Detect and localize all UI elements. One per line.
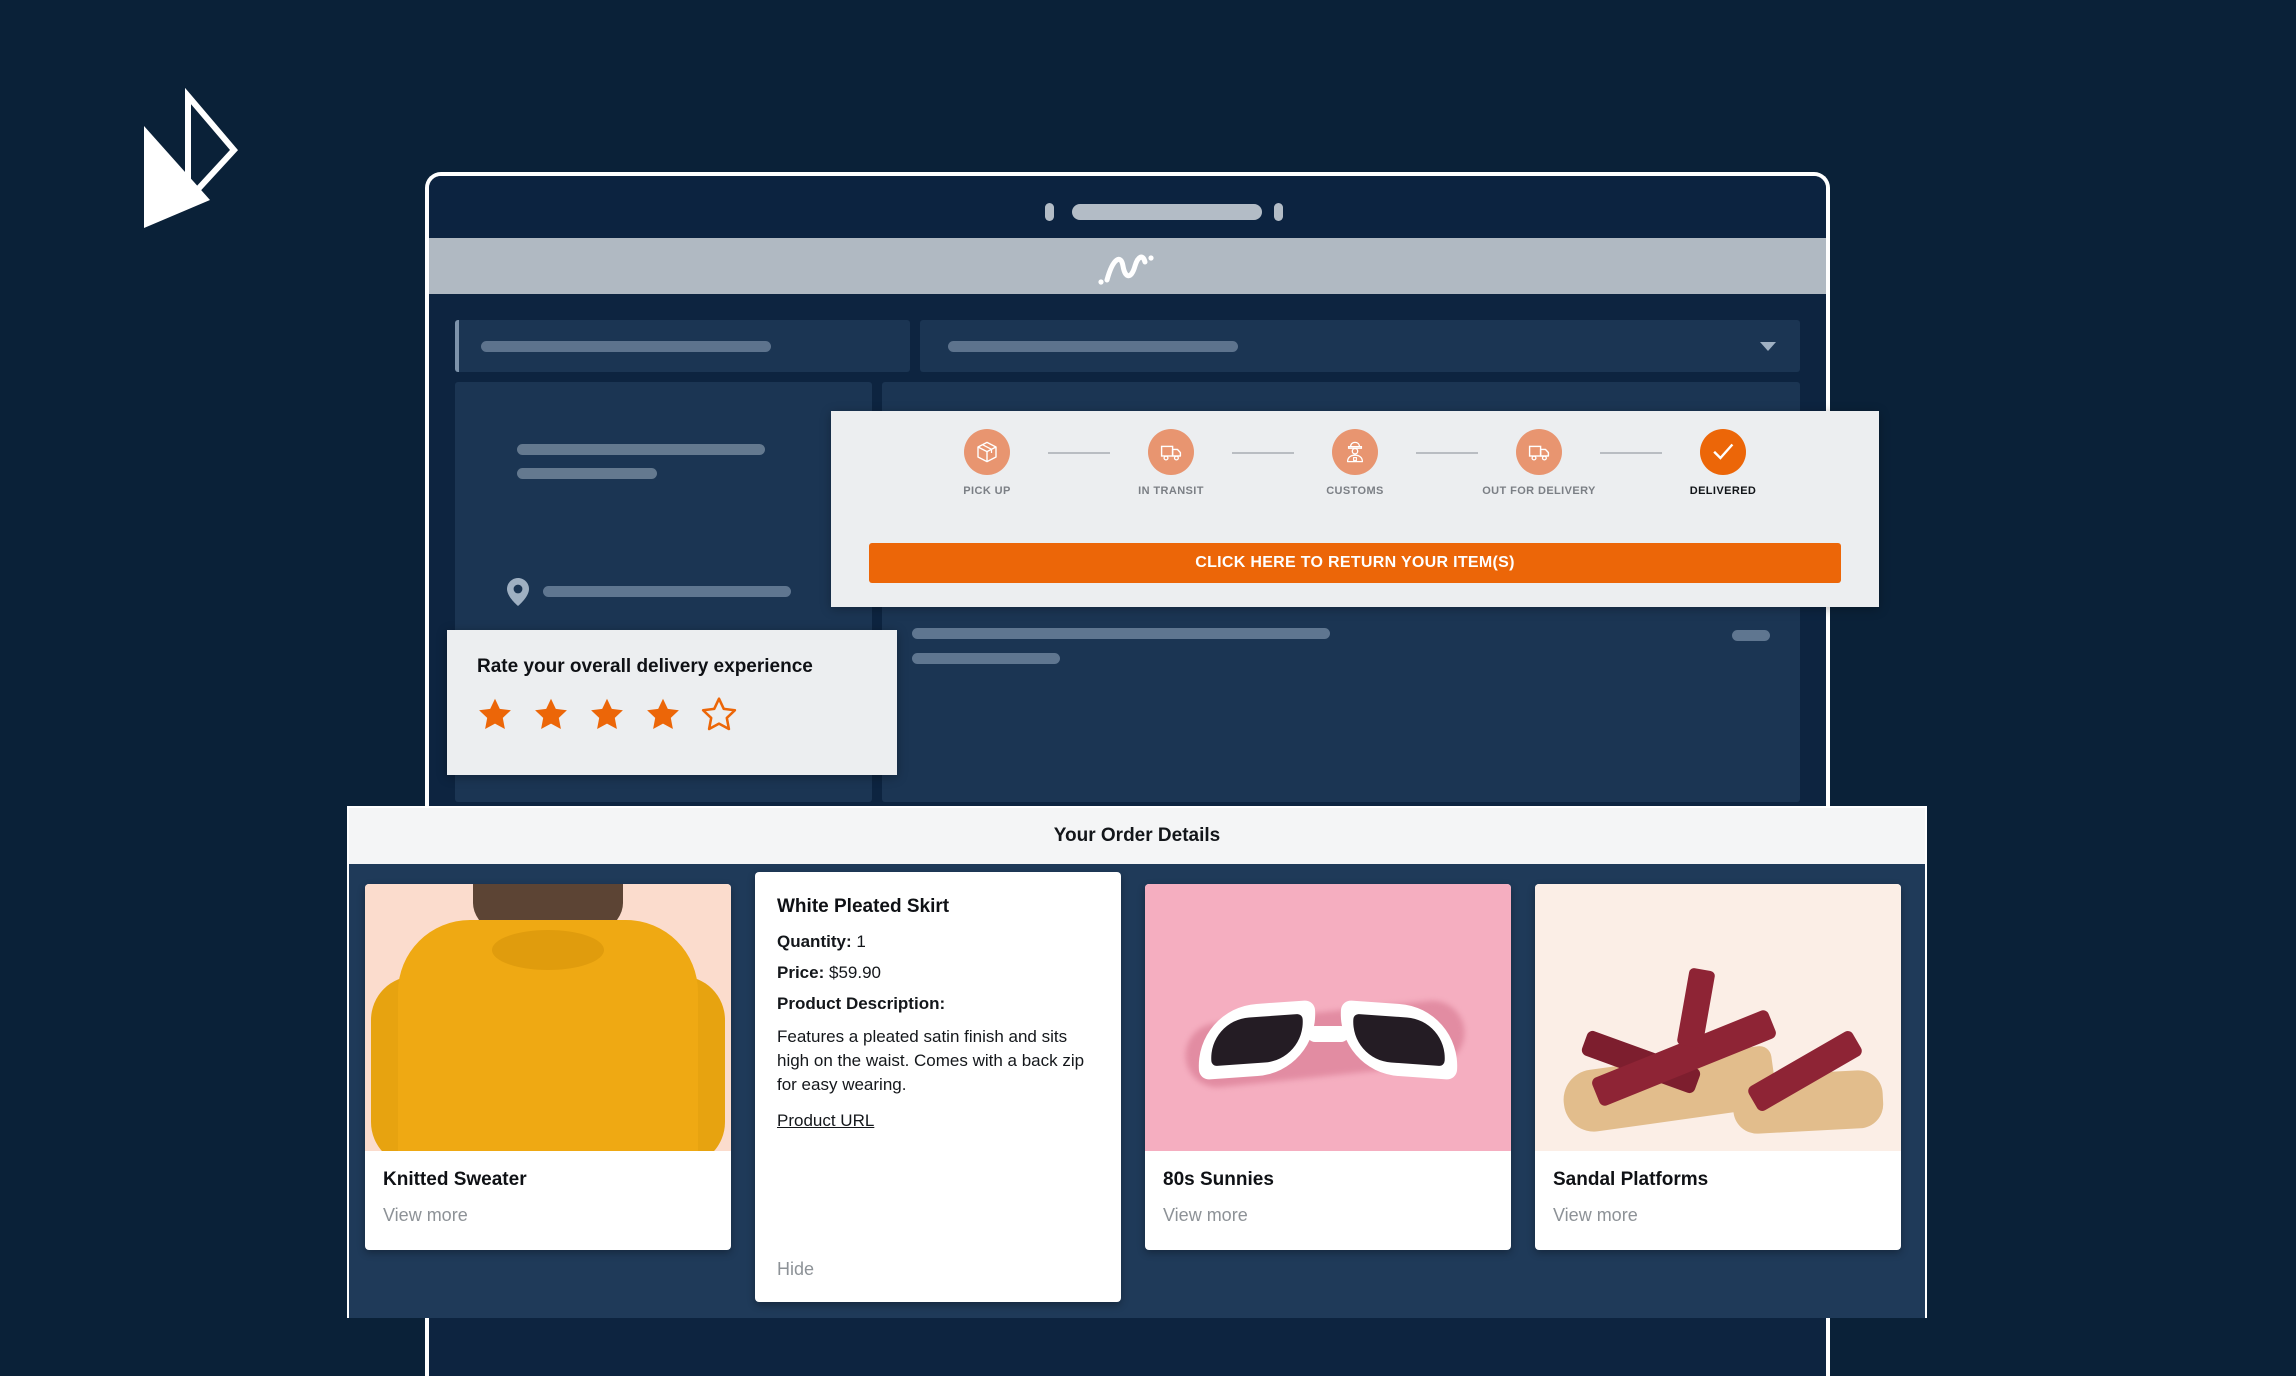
product-card-white-pleated-skirt: White Pleated Skirt Quantity: 1 Price: $… [755, 872, 1121, 1302]
order-details-header: Your Order Details [349, 808, 1925, 864]
event-line-short [912, 653, 1060, 664]
step-icon-circle [1516, 429, 1562, 475]
browser-titlebar [429, 176, 1826, 238]
product-quantity-row: Quantity: 1 [777, 932, 1099, 952]
view-more-link[interactable]: View more [383, 1205, 713, 1226]
titlebar-address-placeholder[interactable] [1072, 204, 1262, 220]
titlebar-dot-right [1274, 203, 1283, 221]
product-card-meta: Sandal Platforms View more [1535, 1151, 1901, 1250]
product-name: Knitted Sweater [383, 1169, 527, 1190]
address-placeholder [543, 586, 791, 597]
customs-officer-icon [1346, 441, 1364, 463]
quantity-label: Quantity: [777, 932, 852, 951]
star-rating[interactable] [477, 696, 867, 732]
filter-dropdown[interactable] [920, 320, 1800, 372]
star-icon-filled-3[interactable] [589, 696, 625, 732]
view-more-link[interactable]: View more [1553, 1205, 1883, 1226]
star-icon-filled-2[interactable] [533, 696, 569, 732]
order-cards-row: Knitted Sweater View more White Pleated … [349, 864, 1925, 1302]
tracker-steps: PICK UP IN TRANSIT CUSTOMS OUT FOR DELIV… [869, 429, 1841, 498]
squiggle-wave-logo [1097, 254, 1154, 285]
location-pin-icon [507, 578, 529, 606]
site-header [429, 238, 1826, 294]
product-card-80s-sunnies[interactable]: 80s Sunnies View more [1145, 884, 1511, 1250]
star-icon-filled-4[interactable] [645, 696, 681, 732]
tracker-connector [1416, 452, 1478, 454]
hide-link[interactable]: Hide [777, 1259, 814, 1280]
tracker-step-pick-up[interactable]: PICK UP [926, 429, 1048, 498]
sunglasses-photo [1145, 884, 1511, 1151]
order-details-panel: Your Order Details Knitted Sweater View … [347, 806, 1927, 1318]
tracker-step-label: DELIVERED [1689, 485, 1757, 497]
delivery-truck-icon [1528, 445, 1550, 461]
star-icon-filled-1[interactable] [477, 696, 513, 732]
tracker-step-label: OUT FOR DELIVERY [1482, 485, 1596, 497]
product-card-meta: 80s Sunnies View more [1145, 1151, 1511, 1250]
return-items-button[interactable]: CLICK HERE TO RETURN YOUR ITEM(S) [869, 543, 1841, 583]
tracker-step-label: PICK UP [963, 485, 1011, 497]
delivery-rating-card: Rate your overall delivery experience [447, 630, 897, 775]
product-card-meta: Knitted Sweater View more [365, 1151, 731, 1250]
page-root: PICK UP IN TRANSIT CUSTOMS OUT FOR DELIV… [0, 0, 2296, 1376]
step-icon-circle [1332, 429, 1378, 475]
search-row [455, 320, 1800, 372]
page-title: Your Order Details [1053, 825, 1221, 846]
delivery-tracker-card: PICK UP IN TRANSIT CUSTOMS OUT FOR DELIV… [831, 411, 1879, 607]
package-box-icon [977, 441, 997, 463]
tracker-connector [1600, 452, 1662, 454]
quantity-value: 1 [856, 932, 866, 951]
check-mark-icon [1713, 443, 1734, 460]
product-name: White Pleated Skirt [777, 896, 950, 917]
product-description-label: Product Description: [777, 994, 946, 1013]
delivery-truck-icon [1160, 445, 1182, 461]
product-card-knitted-sweater[interactable]: Knitted Sweater View more [365, 884, 731, 1250]
event-line-long [912, 628, 1330, 639]
product-url-link[interactable]: Product URL [777, 1111, 874, 1131]
chevron-down-icon [1760, 342, 1776, 351]
tracker-step-delivered[interactable]: DELIVERED [1662, 429, 1784, 498]
product-card-sandal-platforms[interactable]: Sandal Platforms View more [1535, 884, 1901, 1250]
product-description-text: Features a pleated satin finish and sits… [777, 1027, 1085, 1094]
step-icon-circle [964, 429, 1010, 475]
product-price-row: Price: $59.90 [777, 963, 1099, 983]
knitted-sweater-photo [365, 884, 731, 1151]
platform-sandals-photo [1535, 884, 1901, 1151]
step-icon-circle [1700, 429, 1746, 475]
tracker-step-out-for-delivery[interactable]: OUT FOR DELIVERY [1478, 429, 1600, 498]
tracker-step-in-transit[interactable]: IN TRANSIT [1110, 429, 1232, 498]
price-value: $59.90 [828, 963, 881, 982]
filter-dropdown-placeholder [948, 341, 1238, 352]
summary-line-1 [517, 444, 765, 455]
step-icon-circle [1148, 429, 1194, 475]
tracker-step-label: IN TRANSIT [1138, 485, 1204, 497]
summary-line-2 [517, 468, 657, 479]
tracker-step-customs[interactable]: CUSTOMS [1294, 429, 1416, 498]
event-chip [1732, 630, 1770, 641]
event-row [912, 628, 1770, 664]
tracker-step-label: CUSTOMS [1326, 485, 1384, 497]
titlebar-dot-left [1045, 203, 1054, 221]
product-name: 80s Sunnies [1163, 1169, 1274, 1190]
search-input[interactable] [455, 320, 910, 372]
price-label: Price: [777, 963, 825, 982]
rating-title: Rate your overall delivery experience [477, 656, 813, 677]
product-name: Sandal Platforms [1553, 1169, 1709, 1190]
double-triangle-play-logo [126, 87, 239, 228]
tracker-connector [1232, 452, 1294, 454]
tracker-connector [1048, 452, 1110, 454]
star-icon-outline-5[interactable] [701, 696, 737, 732]
search-input-placeholder [481, 341, 771, 352]
view-more-link[interactable]: View more [1163, 1205, 1493, 1226]
